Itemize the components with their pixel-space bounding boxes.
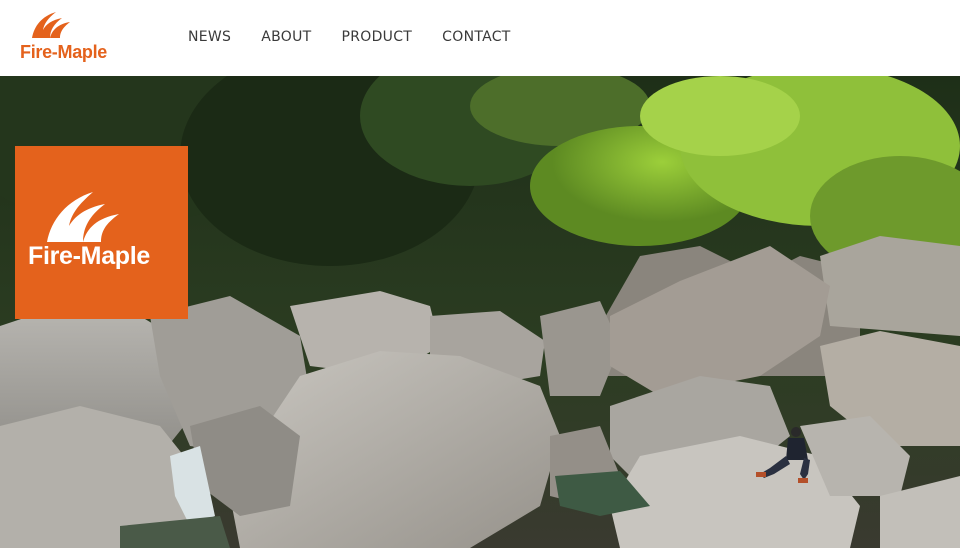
nav-about[interactable]: ABOUT bbox=[261, 29, 311, 45]
flame-logo-icon bbox=[47, 192, 119, 242]
main-nav: NEWS ABOUT PRODUCT CONTACT bbox=[188, 29, 511, 45]
brand-badge: Fire-Maple bbox=[15, 146, 188, 319]
flame-logo-icon bbox=[32, 12, 70, 38]
hero-banner: Fire-Maple bbox=[0, 76, 960, 548]
brand-logo[interactable]: Fire-Maple bbox=[18, 8, 118, 68]
nav-product[interactable]: PRODUCT bbox=[342, 29, 413, 45]
nav-news[interactable]: NEWS bbox=[188, 29, 231, 45]
brand-name: Fire-Maple bbox=[20, 42, 108, 62]
site-header: Fire-Maple NEWS ABOUT PRODUCT CONTACT bbox=[0, 0, 960, 76]
badge-brand-name: Fire-Maple bbox=[28, 242, 151, 270]
nav-contact[interactable]: CONTACT bbox=[442, 29, 511, 45]
